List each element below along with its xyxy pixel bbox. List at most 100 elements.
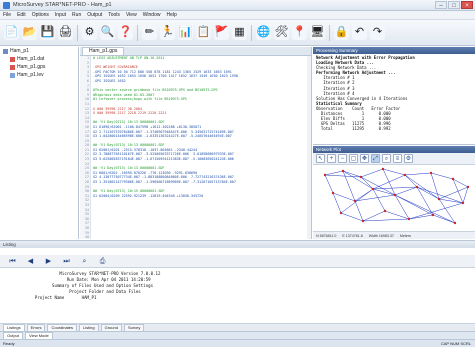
run-icon[interactable]: 🏃 bbox=[160, 25, 175, 40]
close-button[interactable]: × bbox=[461, 1, 473, 9]
key-indicators: CAP NUM SCRL bbox=[440, 341, 471, 346]
menu-run[interactable]: Run bbox=[72, 12, 81, 18]
maximize-button[interactable]: □ bbox=[448, 1, 460, 9]
globe-icon[interactable]: 🌐 bbox=[256, 25, 271, 40]
plot-status-bar: N 5876811.0 E 1374761.8 Width 16983.37 M… bbox=[313, 231, 475, 239]
point-icon[interactable]: 📍 bbox=[292, 25, 307, 40]
new-project-icon[interactable]: 📄 bbox=[4, 25, 19, 40]
app-icon bbox=[3, 1, 10, 9]
tree-item[interactable]: Ham_p1.dat bbox=[0, 55, 78, 63]
tree-item[interactable]: Ham_p1.gps bbox=[0, 63, 78, 71]
project-tree: Ham_p1 Ham_p1.dat Ham_p1.gps Ham_p1.lev bbox=[0, 47, 79, 239]
toolbar-separator bbox=[251, 24, 252, 41]
flag-icon[interactable]: 🚩 bbox=[214, 25, 229, 40]
code-area[interactable]: 1 2 3 4 5 6 7 8 9 10 11 12 13 14 15 16 17 18 19 20 21 22 23 24 2… bbox=[80, 56, 311, 239]
menu-view[interactable]: View bbox=[126, 12, 137, 18]
tree-root-label: Ham_p1 bbox=[10, 48, 29, 54]
editor-scrollbar[interactable] bbox=[307, 56, 311, 239]
listing-pane: Listing ⏮ ◀ ▶ ⏭ ⌕ ⎙ MicroSurvey STAR*NET… bbox=[0, 240, 475, 332]
main-toolbar: 📄 📂 💾 🖨 ⚙ 🔍 ❓ ✏ 🏃 📊 📋 🚩 ▦ 🌐 🛠 📍 🖥 🔒 ↶ ↷ bbox=[0, 20, 475, 46]
toolbar-separator bbox=[137, 24, 138, 41]
toolbar-separator bbox=[329, 24, 330, 41]
network-plot[interactable] bbox=[313, 165, 475, 229]
tree-item-label: Ham_p1.lev bbox=[17, 72, 44, 78]
menu-window[interactable]: Window bbox=[143, 12, 161, 18]
folder-icon bbox=[3, 48, 8, 54]
pane-header: Processing Summary bbox=[313, 47, 475, 54]
output-tabs: Output View Mode bbox=[0, 331, 475, 340]
pan-icon[interactable]: ✥ bbox=[360, 154, 369, 163]
menu-options[interactable]: Options bbox=[32, 12, 49, 18]
menu-file[interactable]: File bbox=[3, 12, 11, 18]
tree-item-label: Ham_p1.dat bbox=[17, 56, 45, 62]
summary-line: Total 11295 0.992 bbox=[316, 126, 391, 132]
checkbox-icon[interactable] bbox=[10, 72, 15, 78]
status-text: Ready bbox=[3, 341, 15, 346]
tree-root[interactable]: Ham_p1 bbox=[0, 47, 78, 55]
layers-icon[interactable]: ≡ bbox=[393, 154, 402, 163]
next-page-icon[interactable]: ▶ bbox=[42, 257, 55, 266]
easting-readout: E 1374761.8 bbox=[342, 233, 363, 238]
adjust-icon[interactable]: ✏ bbox=[142, 25, 157, 40]
zoom-extents-icon[interactable]: ⤢ bbox=[371, 154, 380, 163]
minimize-button[interactable]: – bbox=[435, 1, 447, 9]
menu-output[interactable]: Output bbox=[87, 12, 102, 18]
title-bar: MicroSurvey STAR*NET-PRO - Ham_p1 – □ × bbox=[0, 0, 475, 11]
menu-input[interactable]: Input bbox=[55, 12, 66, 18]
tools-icon[interactable]: 🛠 bbox=[274, 25, 289, 40]
options-icon[interactable]: ⚙ bbox=[404, 154, 413, 163]
line-gutter: 1 2 3 4 5 6 7 8 9 10 11 12 13 14 15 16 17 18 19 20 21 22 23 24 2… bbox=[80, 56, 91, 239]
redo-icon[interactable]: ↷ bbox=[370, 25, 385, 40]
last-page-icon[interactable]: ⏭ bbox=[60, 257, 73, 266]
line-number: 40 bbox=[84, 235, 89, 239]
tree-item[interactable]: Ham_p1.lev bbox=[0, 71, 78, 79]
checkbox-icon[interactable] bbox=[10, 64, 15, 70]
window-title: MicroSurvey STAR*NET-PRO - Ham_p1 bbox=[13, 2, 112, 8]
tree-item-label: Ham_p1.gps bbox=[17, 64, 46, 70]
width-readout: Width 16983.37 bbox=[368, 233, 394, 238]
toolbar-separator bbox=[77, 24, 78, 41]
network-plot-pane: Network Plot ↖ + − ▢ ✥ ⤢ ⌕ ≡ ⚙ N 5876811… bbox=[313, 146, 475, 239]
listing-toolbar: ⏮ ◀ ▶ ⏭ ⌕ ⎙ bbox=[0, 255, 475, 268]
processing-summary-pane: Processing Summary Network Adjustment wi… bbox=[313, 47, 475, 145]
search-icon[interactable]: 🔍 bbox=[100, 25, 115, 40]
menu-tools[interactable]: Tools bbox=[108, 12, 120, 18]
monitor-icon[interactable]: 🖥 bbox=[310, 25, 325, 40]
save-icon[interactable]: 💾 bbox=[40, 25, 55, 40]
help-icon[interactable]: ❓ bbox=[118, 25, 133, 40]
units-readout: Meters bbox=[399, 233, 411, 238]
pane-header: Listing bbox=[0, 241, 475, 248]
zoom-in-icon[interactable]: + bbox=[327, 154, 336, 163]
zoom-out-icon[interactable]: − bbox=[338, 154, 347, 163]
chart-icon[interactable]: 📊 bbox=[178, 25, 193, 40]
menu-edit[interactable]: Edit bbox=[17, 12, 26, 18]
pointer-icon[interactable]: ↖ bbox=[316, 154, 325, 163]
print-icon[interactable]: ⎙ bbox=[96, 257, 109, 266]
listing-tabs: Listings Errors Coordinates Listing Ground Su… bbox=[0, 323, 475, 332]
find-icon[interactable]: ⌕ bbox=[78, 257, 91, 266]
listing-text: MicroSurvey STAR*NET-PRO Version 7.0.0.1… bbox=[0, 268, 475, 322]
undo-icon[interactable]: ↶ bbox=[352, 25, 367, 40]
open-icon[interactable]: 📂 bbox=[22, 25, 37, 40]
menu-bar: File Edit Options Input Run Output Tools View Wi… bbox=[0, 11, 475, 20]
editor-tabs: Ham_p1.gps bbox=[80, 47, 311, 56]
first-page-icon[interactable]: ⏮ bbox=[6, 257, 19, 266]
print-icon[interactable]: 🖨 bbox=[58, 25, 73, 40]
zoom-window-icon[interactable]: ▢ bbox=[349, 154, 358, 163]
lock-icon[interactable]: 🔒 bbox=[334, 25, 349, 40]
status-bar: Ready CAP NUM SCRL bbox=[0, 339, 475, 347]
settings-icon[interactable]: ⚙ bbox=[82, 25, 97, 40]
editor-tab[interactable]: Ham_p1.gps bbox=[82, 47, 125, 55]
processing-summary-text: Network Adjustment with Error Propagatio… bbox=[313, 54, 475, 144]
listing-line: Project Name HAM_P1 bbox=[20, 295, 97, 300]
prev-page-icon[interactable]: ◀ bbox=[24, 257, 37, 266]
checkbox-icon[interactable] bbox=[10, 56, 15, 62]
list-icon[interactable]: 📋 bbox=[196, 25, 211, 40]
table-icon[interactable]: ▦ bbox=[232, 25, 247, 40]
editor-pane: Ham_p1.gps 1 2 3 4 5 6 7 8 9 10 11 12 13 14 15 16 17 18 19… bbox=[80, 47, 312, 239]
menu-help[interactable]: Help bbox=[166, 12, 176, 18]
northing-readout: N 5876811.0 bbox=[316, 233, 337, 238]
find-icon[interactable]: ⌕ bbox=[382, 154, 391, 163]
code-lines: # LESS ADJUSTMENT ON TLP ON-16-2011 .GPS … bbox=[93, 56, 309, 239]
